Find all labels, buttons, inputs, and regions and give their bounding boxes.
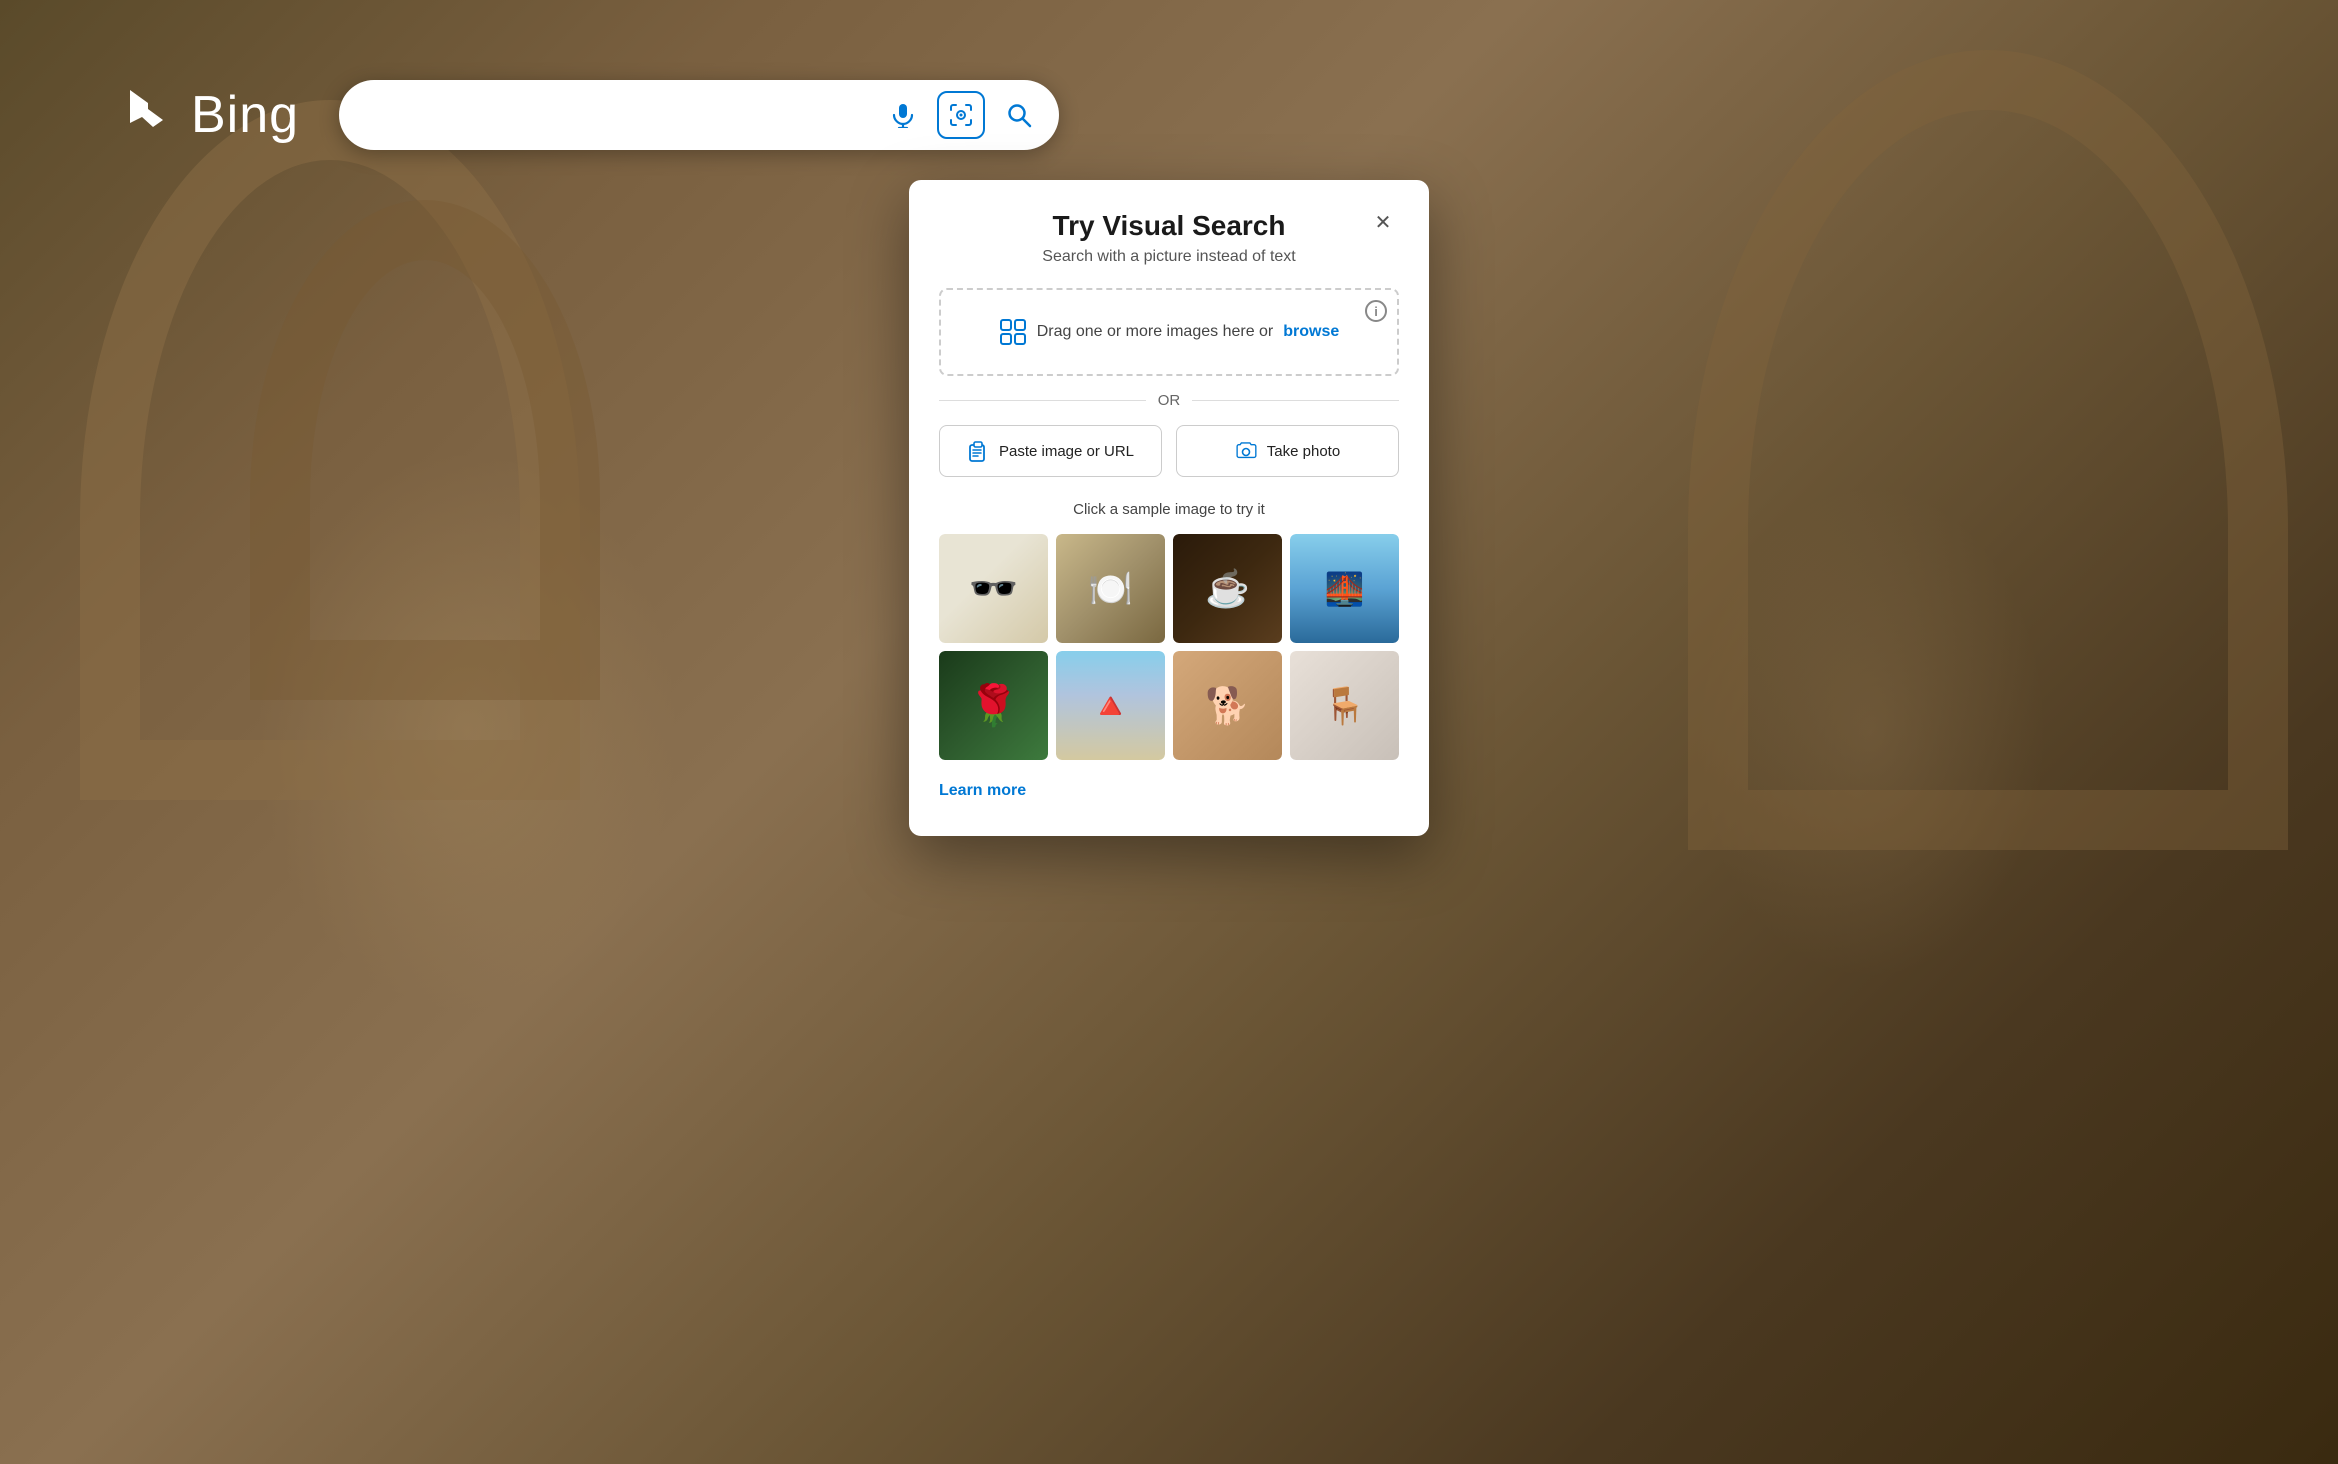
drop-zone-content: Drag one or more images here or browse	[961, 318, 1377, 346]
sample-image-sunglasses[interactable]: 🕶️	[939, 534, 1048, 643]
sample-image-coffee[interactable]: ☕	[1173, 534, 1282, 643]
paste-image-button[interactable]: Paste image or URL	[939, 425, 1162, 477]
header: Bing	[0, 80, 2338, 150]
modal-title: Try Visual Search	[971, 210, 1367, 242]
sunglasses-image: 🕶️	[939, 534, 1048, 643]
learn-more-link[interactable]: Learn more	[939, 782, 1026, 800]
search-bar	[339, 80, 1059, 150]
visual-search-modal: Try Visual Search ✕ Search with a pictur…	[909, 180, 1429, 836]
paste-icon	[967, 440, 989, 462]
sample-image-dining[interactable]: 🍽️	[1056, 534, 1165, 643]
divider-line-left	[939, 400, 1146, 401]
info-icon[interactable]: i	[1365, 300, 1387, 322]
rose-image: 🌹	[939, 651, 1048, 760]
sample-image-louvre[interactable]: 🔺	[1056, 651, 1165, 760]
sample-image-dogs[interactable]: 🐕	[1173, 651, 1282, 760]
mic-button[interactable]	[883, 95, 923, 135]
bing-logo-icon	[120, 85, 175, 145]
samples-title: Click a sample image to try it	[939, 501, 1399, 518]
or-divider: OR	[939, 392, 1399, 409]
visual-search-button[interactable]	[937, 91, 985, 139]
sample-image-rose[interactable]: 🌹	[939, 651, 1048, 760]
camera-icon	[1235, 440, 1257, 462]
search-icons	[883, 91, 1039, 139]
chair-image: 🪑	[1290, 651, 1399, 760]
sample-image-chair[interactable]: 🪑	[1290, 651, 1399, 760]
sydney-image: 🌉	[1290, 534, 1399, 643]
drag-icon	[999, 318, 1027, 346]
paste-button-label: Paste image or URL	[999, 443, 1134, 460]
action-buttons: Paste image or URL Take photo	[939, 425, 1399, 477]
modal-subtitle: Search with a picture instead of text	[939, 248, 1399, 266]
search-button[interactable]	[999, 95, 1039, 135]
sample-images-grid: 🕶️ 🍽️ ☕ 🌉 🌹 🔺 🐕 🪑	[939, 534, 1399, 760]
louvre-image: 🔺	[1056, 651, 1165, 760]
dining-image: 🍽️	[1056, 534, 1165, 643]
browse-link[interactable]: browse	[1283, 323, 1339, 341]
sample-image-sydney[interactable]: 🌉	[1290, 534, 1399, 643]
close-button[interactable]: ✕	[1367, 206, 1399, 238]
drop-zone[interactable]: Drag one or more images here or browse i	[939, 288, 1399, 376]
or-text: OR	[1158, 392, 1181, 409]
drop-zone-text: Drag one or more images here or	[1037, 323, 1274, 341]
bing-logo-text: Bing	[191, 85, 299, 145]
search-input[interactable]	[359, 102, 873, 128]
dogs-image: 🐕	[1173, 651, 1282, 760]
modal-header: Try Visual Search ✕	[939, 210, 1399, 242]
bing-logo: Bing	[120, 85, 299, 145]
take-photo-button[interactable]: Take photo	[1176, 425, 1399, 477]
divider-line-right	[1192, 400, 1399, 401]
take-photo-label: Take photo	[1267, 443, 1340, 460]
coffee-image: ☕	[1173, 534, 1282, 643]
